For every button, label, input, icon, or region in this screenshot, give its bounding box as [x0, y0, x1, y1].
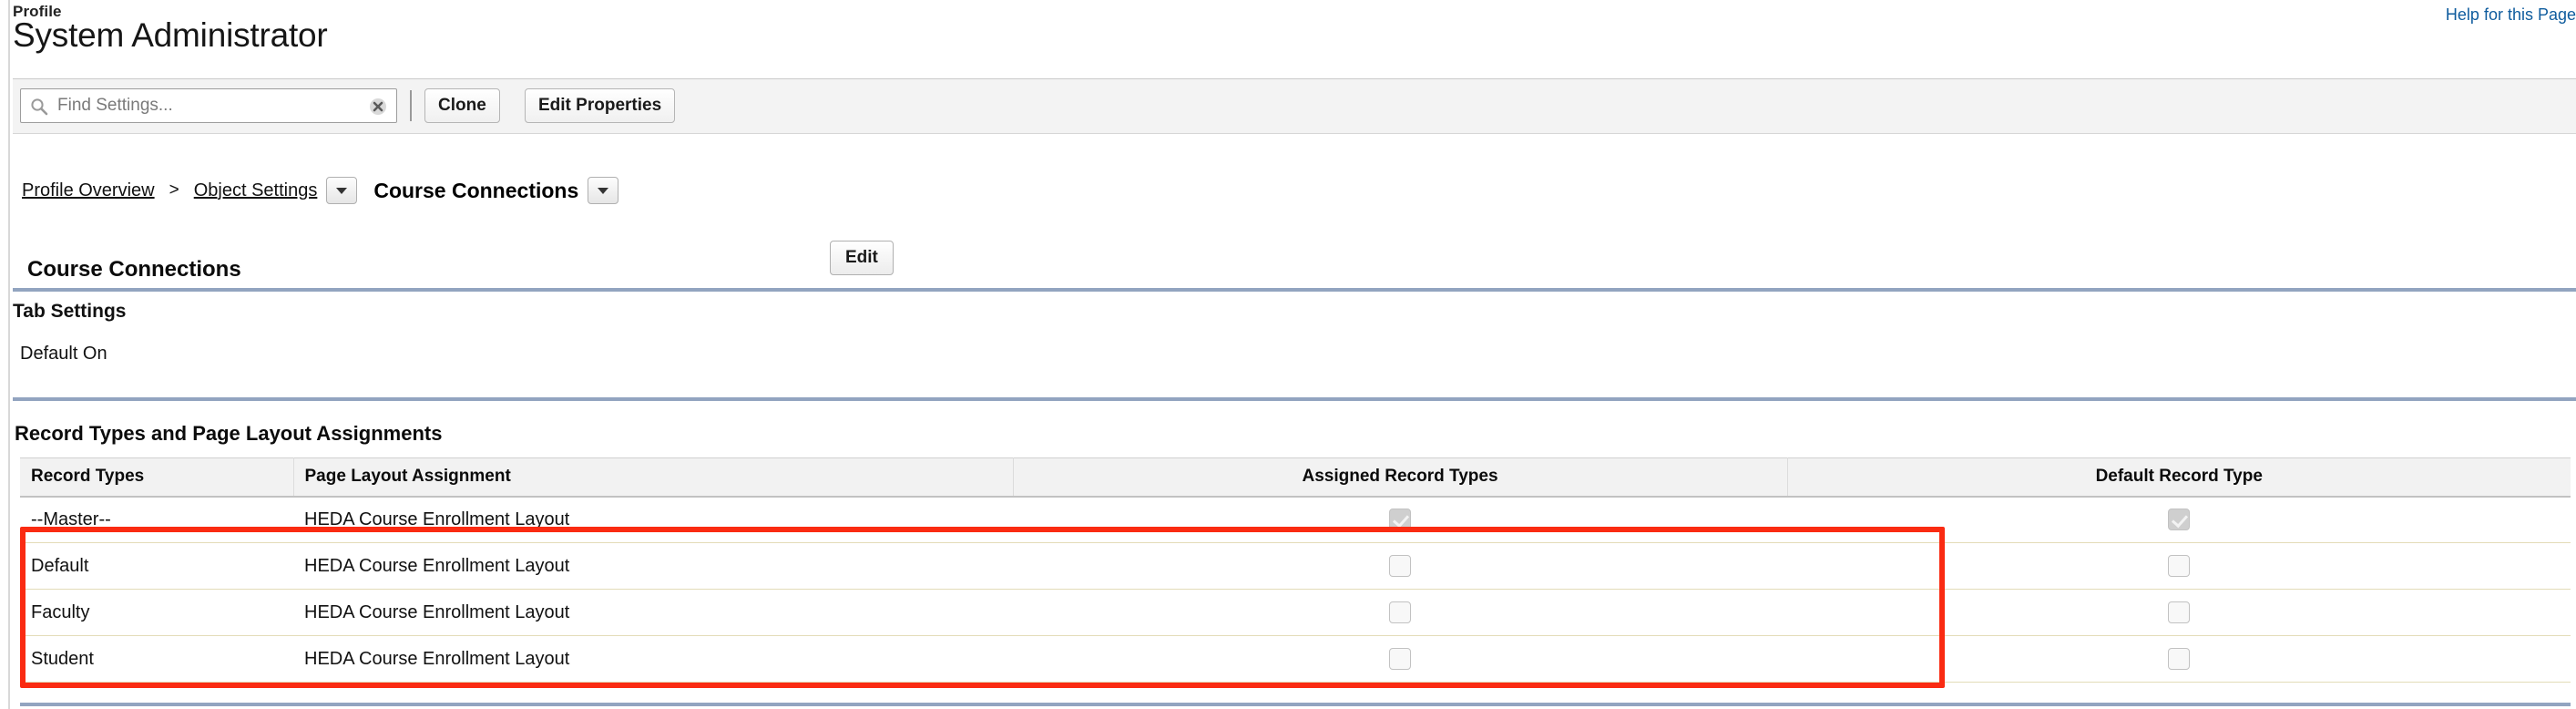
table-row: --Master-- HEDA Course Enrollment Layout	[20, 496, 2571, 543]
cell-assigned-record-type	[1013, 635, 1787, 683]
assigned-record-type-checkbox[interactable]	[1389, 555, 1411, 577]
page-header: Profile System Administrator Help for th…	[13, 0, 2576, 87]
cell-default-record-type	[1787, 635, 2571, 683]
edit-button[interactable]: Edit	[830, 241, 894, 275]
section-rule-top	[13, 288, 2576, 292]
section-rule-record-types	[13, 397, 2576, 401]
profile-toolbar: Clone Edit Properties	[13, 79, 2576, 134]
clone-button[interactable]: Clone	[424, 88, 500, 123]
cell-assigned-record-type	[1013, 589, 1787, 636]
breadcrumb-item-object-settings[interactable]: Object Settings	[194, 180, 318, 201]
edit-properties-button[interactable]: Edit Properties	[525, 88, 676, 123]
column-header-record-types: Record Types	[20, 457, 294, 498]
page-left-edge	[0, 0, 1, 709]
course-connections-chevron-down-icon[interactable]	[588, 177, 619, 204]
cell-assigned-record-type	[1013, 542, 1787, 590]
default-record-type-checkbox	[2168, 509, 2190, 531]
tab-settings-value: Default On	[20, 344, 107, 364]
column-header-page-layout-assignment: Page Layout Assignment	[293, 457, 1014, 498]
breadcrumb-current-course-connections: Course Connections	[373, 178, 579, 202]
assigned-record-type-checkbox[interactable]	[1389, 648, 1411, 670]
column-header-assigned-record-types: Assigned Record Types	[1013, 457, 1788, 498]
cell-page-layout: HEDA Course Enrollment Layout	[293, 589, 1013, 636]
record-types-table: Record Types Page Layout Assignment Assi…	[20, 457, 2571, 683]
default-record-type-checkbox[interactable]	[2168, 601, 2190, 623]
cell-default-record-type	[1787, 589, 2571, 636]
cell-default-record-type	[1787, 542, 2571, 590]
assigned-record-type-checkbox[interactable]	[1389, 601, 1411, 623]
search-icon	[30, 98, 48, 116]
table-header-row: Record Types Page Layout Assignment Assi…	[20, 457, 2571, 498]
cell-assigned-record-type	[1013, 496, 1787, 543]
section-title-record-types: Record Types and Page Layout Assignments	[15, 422, 443, 445]
section-title-course-connections: Course Connections	[27, 257, 241, 282]
toolbar-divider	[410, 90, 412, 121]
table-row: Default HEDA Course Enrollment Layout	[20, 542, 2571, 590]
sidebar-divider	[8, 0, 10, 709]
cell-page-layout: HEDA Course Enrollment Layout	[293, 635, 1013, 683]
assigned-record-type-checkbox	[1389, 509, 1411, 531]
column-header-default-record-type: Default Record Type	[1787, 457, 2571, 498]
search-input[interactable]	[56, 89, 365, 122]
section-rule-bottom	[20, 703, 2571, 706]
default-record-type-checkbox[interactable]	[2168, 648, 2190, 670]
clear-search-icon[interactable]	[369, 98, 387, 116]
cell-record-type: Student	[20, 635, 293, 683]
help-for-this-page-link[interactable]: Help for this Page	[2446, 5, 2576, 25]
table-row: Faculty HEDA Course Enrollment Layout	[20, 589, 2571, 636]
cell-page-layout: HEDA Course Enrollment Layout	[293, 542, 1013, 590]
cell-record-type: --Master--	[20, 496, 293, 543]
table-row: Student HEDA Course Enrollment Layout	[20, 635, 2571, 683]
profile-object-settings-page: Profile System Administrator Help for th…	[0, 0, 2576, 709]
cell-record-type: Faculty	[20, 589, 293, 636]
cell-default-record-type	[1787, 496, 2571, 543]
cell-record-type: Default	[20, 542, 293, 590]
breadcrumb: Profile Overview > Object Settings Cours…	[22, 175, 619, 206]
record-types-table-body: --Master-- HEDA Course Enrollment Layout D…	[20, 496, 2571, 683]
cell-page-layout: HEDA Course Enrollment Layout	[293, 496, 1013, 543]
default-record-type-checkbox[interactable]	[2168, 555, 2190, 577]
page-title: System Administrator	[13, 16, 328, 54]
tab-settings-heading: Tab Settings	[13, 301, 127, 322]
breadcrumb-item-profile-overview[interactable]: Profile Overview	[22, 180, 155, 201]
object-settings-chevron-down-icon[interactable]	[326, 177, 358, 204]
breadcrumb-separator: >	[169, 180, 179, 200]
find-settings-search-box[interactable]	[20, 88, 397, 123]
